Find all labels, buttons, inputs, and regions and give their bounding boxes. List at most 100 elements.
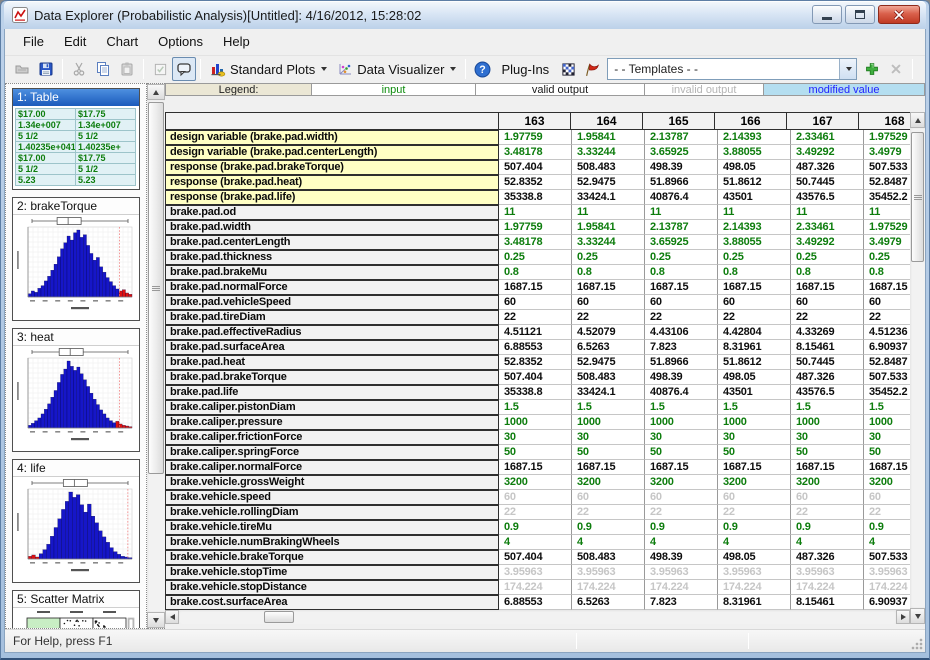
cell[interactable]: 60 (572, 490, 645, 505)
copy-button[interactable] (91, 57, 115, 81)
cell[interactable]: 8.15461 (791, 595, 864, 610)
cell[interactable]: 4 (645, 535, 718, 550)
table-scroll-up-button[interactable] (910, 112, 925, 128)
cell[interactable]: 22 (791, 310, 864, 325)
cell[interactable]: 0.25 (864, 250, 910, 265)
cell[interactable]: 1687.15 (499, 460, 572, 475)
cell[interactable]: 4 (572, 535, 645, 550)
cell[interactable]: 1.97529 (864, 130, 910, 145)
templates-combobox[interactable]: - - Templates - - (607, 58, 857, 80)
cell[interactable]: 22 (572, 310, 645, 325)
cell[interactable]: 1.5 (791, 400, 864, 415)
sidebar-scrollbar[interactable] (147, 83, 165, 629)
cell[interactable]: 174.224 (645, 580, 718, 595)
cell[interactable]: 50.7445 (791, 355, 864, 370)
row-label[interactable]: design variable (brake.pad.width) (165, 130, 499, 145)
menu-help[interactable]: Help (213, 29, 260, 54)
cell[interactable]: 50 (499, 445, 572, 460)
cell[interactable]: 2.33461 (791, 220, 864, 235)
cell[interactable]: 0.8 (499, 265, 572, 280)
cell[interactable]: 7.823 (645, 340, 718, 355)
cell[interactable]: 30 (864, 430, 910, 445)
flag-button[interactable] (580, 57, 604, 81)
cell[interactable]: 1687.15 (864, 460, 910, 475)
cell[interactable]: 0.9 (645, 520, 718, 535)
cell[interactable]: 30 (645, 430, 718, 445)
thumbnail-table[interactable]: 1: Table$17.00$17.751.34e+0071.34e+0075 … (12, 88, 140, 190)
cell[interactable]: 52.9475 (572, 175, 645, 190)
cell[interactable]: 498.39 (645, 160, 718, 175)
vertical-scroll-thumb[interactable] (911, 132, 924, 262)
cell[interactable]: 2.13787 (645, 130, 718, 145)
cell[interactable]: 487.326 (791, 160, 864, 175)
cell[interactable]: 3.33244 (572, 235, 645, 250)
cell[interactable]: 0.25 (572, 250, 645, 265)
cell[interactable]: 6.5263 (572, 340, 645, 355)
cell[interactable]: 0.25 (791, 250, 864, 265)
cell[interactable]: 52.8487 (864, 355, 910, 370)
cell[interactable]: 22 (572, 505, 645, 520)
cell[interactable]: 3200 (645, 475, 718, 490)
cell[interactable]: 1687.15 (499, 280, 572, 295)
cell[interactable]: 40876.4 (645, 385, 718, 400)
cell[interactable]: 508.483 (572, 550, 645, 565)
cell[interactable]: 60 (718, 295, 791, 310)
cell[interactable]: 3200 (864, 475, 910, 490)
cell[interactable]: 498.39 (645, 550, 718, 565)
cell[interactable]: 1000 (499, 415, 572, 430)
row-label[interactable]: brake.caliper.pressure (165, 415, 499, 430)
cell[interactable]: 1.95841 (572, 220, 645, 235)
cell[interactable]: 40876.4 (645, 190, 718, 205)
cell[interactable]: 43501 (718, 385, 791, 400)
row-label[interactable]: brake.pad.od (165, 205, 499, 220)
cell[interactable]: 3.88055 (718, 145, 791, 160)
cell[interactable]: 174.224 (864, 580, 910, 595)
cell[interactable]: 7.823 (645, 595, 718, 610)
cell[interactable]: 507.533 (864, 370, 910, 385)
cell[interactable]: 4.43106 (645, 325, 718, 340)
cell[interactable]: 1.5 (864, 400, 910, 415)
cell[interactable]: 60 (499, 295, 572, 310)
cell[interactable]: 3.95963 (718, 565, 791, 580)
cell[interactable]: 2.14393 (718, 130, 791, 145)
row-label[interactable]: brake.vehicle.tireMu (165, 520, 499, 535)
cell[interactable]: 1000 (645, 415, 718, 430)
cell[interactable]: 4 (718, 535, 791, 550)
data-visualizer-button[interactable]: Data Visualizer (332, 57, 461, 81)
cell[interactable]: 50 (791, 445, 864, 460)
help-button[interactable]: ? (470, 57, 494, 81)
cell[interactable]: 0.8 (718, 265, 791, 280)
cell[interactable]: 30 (572, 430, 645, 445)
standard-plots-button[interactable]: Standard Plots (205, 57, 332, 81)
cell[interactable]: 4.51236 (864, 325, 910, 340)
cell[interactable]: 2.33461 (791, 130, 864, 145)
row-label[interactable]: brake.pad.centerLength (165, 235, 499, 250)
cell[interactable]: 4 (864, 535, 910, 550)
row-label[interactable]: brake.pad.brakeMu (165, 265, 499, 280)
cell[interactable]: 60 (572, 295, 645, 310)
menu-options[interactable]: Options (148, 29, 213, 54)
cell[interactable]: 22 (718, 505, 791, 520)
cell[interactable]: 51.8612 (718, 175, 791, 190)
cell[interactable]: 8.31961 (718, 595, 791, 610)
cell[interactable]: 1.5 (499, 400, 572, 415)
cell[interactable]: 50 (645, 445, 718, 460)
column-header[interactable]: 167 (786, 112, 859, 130)
cell[interactable]: 22 (645, 505, 718, 520)
cell[interactable]: 3.65925 (645, 145, 718, 160)
cell[interactable]: 22 (645, 310, 718, 325)
cell[interactable]: 51.8966 (645, 175, 718, 190)
table-horizontal-scrollbar[interactable] (165, 610, 910, 624)
thumbnail-scatter[interactable]: 5: Scatter Matrix (12, 590, 140, 629)
cell[interactable]: 0.9 (572, 520, 645, 535)
cell[interactable]: 3.88055 (718, 235, 791, 250)
cell[interactable]: 60 (864, 295, 910, 310)
cell[interactable]: 1.95841 (572, 130, 645, 145)
cell[interactable]: 52.8487 (864, 175, 910, 190)
cell[interactable]: 1687.15 (864, 280, 910, 295)
horizontal-scroll-thumb[interactable] (264, 611, 294, 623)
cell[interactable]: 507.533 (864, 550, 910, 565)
cell[interactable]: 0.8 (572, 265, 645, 280)
row-label[interactable]: brake.pad.vehicleSpeed (165, 295, 499, 310)
cell[interactable]: 60 (645, 490, 718, 505)
